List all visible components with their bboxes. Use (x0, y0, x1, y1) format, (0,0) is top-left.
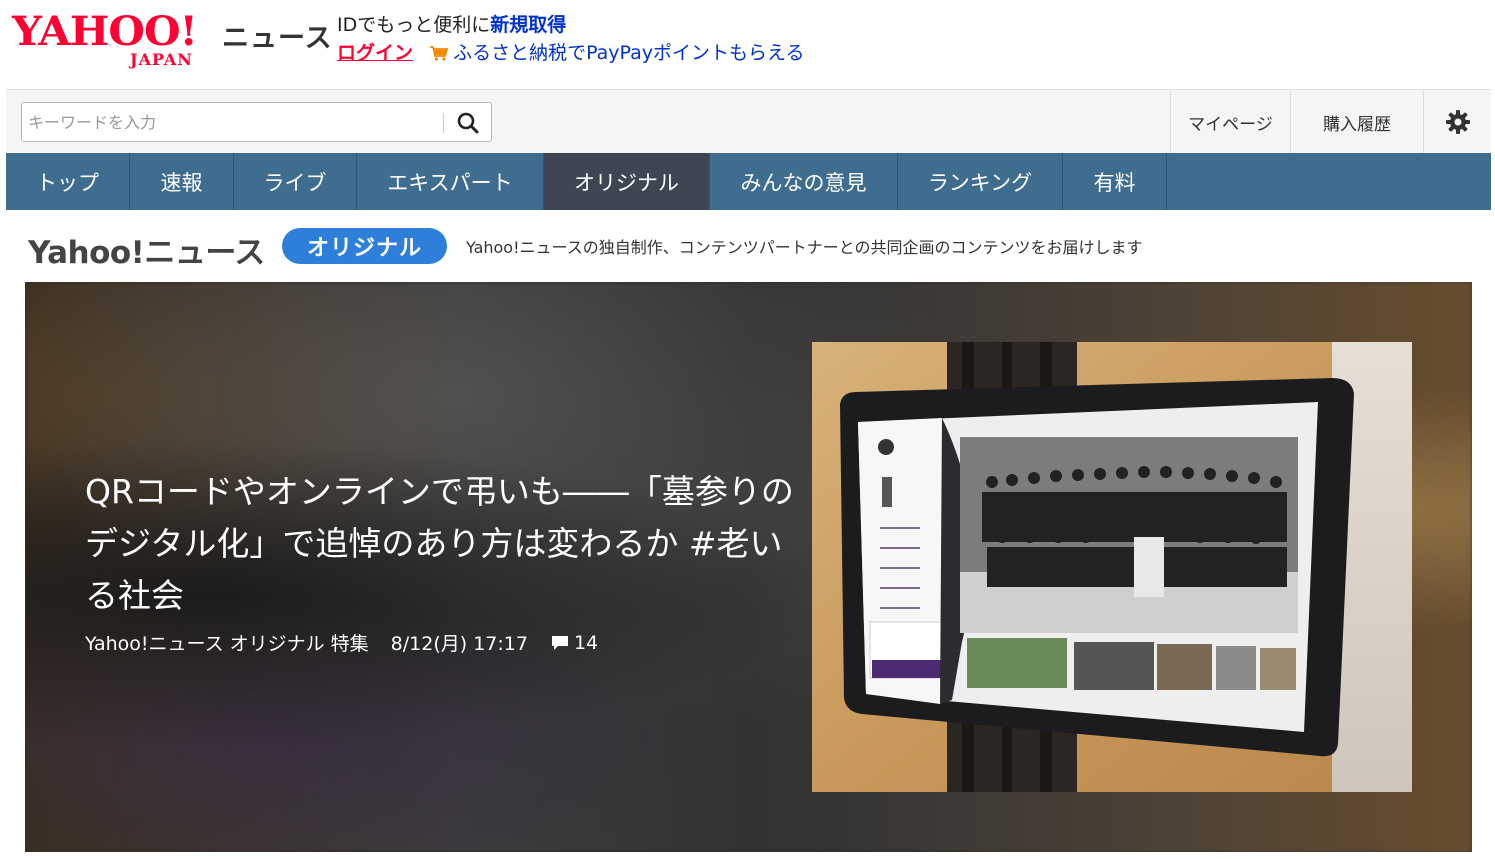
id-prompt-text: IDでもっと便利に (337, 14, 491, 36)
comment-count: 14 (573, 631, 599, 654)
signup-link[interactable]: 新規取得 (490, 14, 566, 36)
hero-photo-image (812, 342, 1412, 792)
masthead: YAHOO! JAPAN ニュース IDでもっと便利に新規取得 ログイン ふるさ… (0, 0, 1495, 88)
toolbar-links: マイページ 購入履歴 (1170, 90, 1491, 154)
search-icon (457, 112, 479, 134)
tab-top[interactable]: トップ (6, 153, 130, 210)
original-description: Yahoo!ニュースの独自制作、コンテンツパートナーとの共同企画のコンテンツをお… (466, 238, 1143, 257)
account-area: IDでもっと便利に新規取得 ログイン ふるさと納税でPayPayポイントもらえる (337, 11, 804, 67)
login-link[interactable]: ログイン (337, 42, 413, 64)
search-input[interactable] (28, 109, 438, 135)
id-prompt-row: IDでもっと便利に新規取得 (337, 11, 804, 39)
hero-source: Yahoo!ニュース オリジナル 特集 (85, 633, 369, 655)
hero-date: 8/12(月) 17:17 (390, 633, 528, 655)
hero-photo[interactable] (812, 342, 1412, 792)
gear-icon (1445, 110, 1470, 134)
comment-icon (551, 635, 568, 650)
hero-meta: Yahoo!ニュース オリジナル 特集 8/12(月) 17:17 14 (85, 629, 598, 656)
search-divider (443, 113, 444, 133)
logo-main: YAHOO! (12, 8, 198, 55)
settings-button[interactable] (1423, 90, 1491, 154)
logo-sub: JAPAN (130, 50, 193, 69)
tab-paid[interactable]: 有料 (1063, 153, 1167, 210)
hero-title[interactable]: QRコードやオンラインで弔いも――「墓参りのデジタル化」で追悼のあり方は変わるか… (85, 466, 805, 622)
login-row: ログイン ふるさと納税でPayPayポイントもらえる (337, 39, 804, 67)
tab-expert[interactable]: エキスパート (357, 153, 544, 210)
tab-breaking[interactable]: 速報 (130, 153, 234, 210)
purchase-history-link[interactable]: 購入履歴 (1290, 90, 1423, 154)
original-logo[interactable]: Yahoo!ニュース (28, 227, 265, 272)
logo-service-name[interactable]: ニュース (222, 16, 333, 55)
yahoo-japan-logo[interactable]: YAHOO! JAPAN (12, 8, 217, 70)
tab-opinions[interactable]: みんなの意見 (710, 153, 898, 210)
main-nav: トップ 速報 ライブ エキスパート オリジナル みんなの意見 ランキング 有料 (6, 153, 1491, 210)
furusato-text: ふるさと納税でPayPayポイントもらえる (453, 42, 805, 64)
furusato-link[interactable]: ふるさと納税でPayPayポイントもらえる (429, 42, 804, 64)
hero-article[interactable]: QRコードやオンラインで弔いも――「墓参りのデジタル化」で追悼のあり方は変わるか… (25, 282, 1472, 852)
search-button[interactable] (452, 108, 484, 138)
search-box (21, 102, 492, 142)
tab-original[interactable]: オリジナル (544, 153, 710, 210)
tab-ranking[interactable]: ランキング (898, 153, 1063, 210)
cart-icon (430, 46, 449, 61)
search-toolbar: マイページ 購入履歴 (6, 89, 1491, 154)
original-header: Yahoo!ニュース オリジナル Yahoo!ニュースの独自制作、コンテンツパー… (28, 225, 1468, 272)
original-badge: オリジナル (282, 228, 447, 264)
hero-comments[interactable]: 14 (550, 632, 598, 654)
tab-live[interactable]: ライブ (234, 153, 357, 210)
mypage-link[interactable]: マイページ (1170, 90, 1290, 154)
